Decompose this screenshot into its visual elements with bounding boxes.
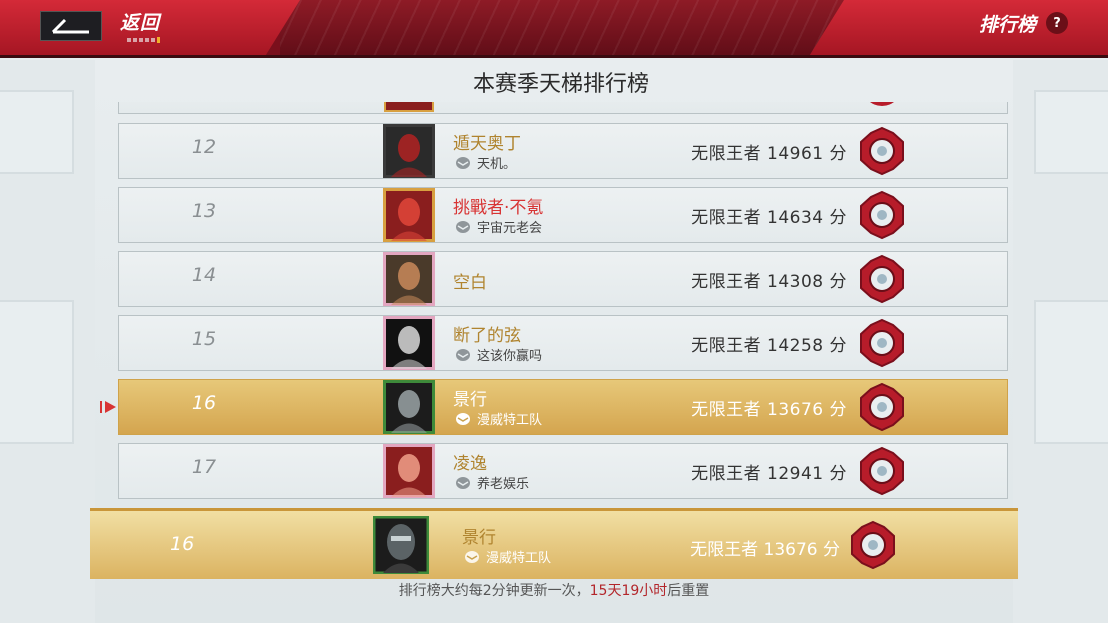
player-guild: 天机。 (455, 153, 516, 172)
player-score: 无限王者 14258 分 (691, 336, 847, 356)
player-name[interactable]: 景行 (453, 385, 487, 410)
player-guild-name: 养老娱乐 (477, 477, 530, 492)
player-avatar (383, 102, 435, 113)
reset-notice: 排行榜大约每2分钟更新一次，15天19小时后重置 (0, 580, 1108, 600)
player-avatar[interactable] (383, 188, 435, 242)
back-label[interactable]: 返回 (120, 8, 160, 35)
my-guild-name: 漫威特工队 (486, 551, 552, 566)
player-score: 无限王者 12941 分 (691, 464, 847, 484)
player-avatar[interactable] (383, 252, 435, 306)
leaderboard-title: 本赛季天梯排行榜 (472, 72, 649, 97)
my-rank-row[interactable]: 16 景行 漫威特工队 无限王者 13676 分 (90, 508, 1018, 579)
player-name[interactable]: 挑戰者·不氪 (453, 193, 543, 218)
reset-notice-prefix: 排行榜大约每2分钟更新一次， (398, 583, 590, 599)
rank-tier-badge-icon (857, 382, 907, 432)
help-button[interactable]: ? (1046, 12, 1068, 34)
my-rank-number: 16 (170, 533, 195, 555)
guild-emblem-icon (465, 550, 479, 563)
player-name[interactable]: 遁天奥丁 (453, 129, 521, 154)
table-row[interactable]: 14 空白 无限王者 14308 分 (118, 251, 1008, 307)
rank-number: 15 (191, 328, 217, 350)
reset-notice-suffix: 后重置 (667, 583, 710, 599)
player-name[interactable]: 凌逸 (453, 449, 487, 474)
rank-number: 16 (191, 392, 217, 414)
rank-number: 12 (191, 136, 217, 158)
player-guild: 养老娱乐 (455, 473, 529, 492)
player-score: 无限王者 14634 分 (691, 208, 847, 228)
my-player-name: 景行 (462, 528, 496, 548)
rank-number: 14 (191, 264, 217, 286)
player-avatar[interactable] (383, 380, 435, 434)
rank-number: 17 (191, 456, 217, 478)
player-score: 无限王者 13676 分 (691, 400, 847, 420)
top-bar-background (280, 0, 848, 58)
player-avatar[interactable] (383, 316, 435, 370)
player-score: 无限王者 14308 分 (691, 272, 847, 292)
leaderboard-list[interactable]: 12 遁天奥丁 天机。 无限王者 14961 分 13 挑戰者·不氪 宇宙元老会 无限王者 1… (118, 102, 1008, 522)
background-right-panel (1013, 60, 1108, 623)
player-guild-name: 漫威特工队 (477, 413, 543, 428)
rank-number: 13 (191, 200, 217, 222)
table-row[interactable]: 15 断了的弦这该你赢吗 无限王者 14258 分 (118, 315, 1008, 371)
player-guild: 宇宙元老会 (455, 217, 542, 236)
player-score: 无限王者 14961 分 (691, 144, 847, 164)
player-avatar[interactable] (383, 124, 435, 178)
guild-emblem-icon (456, 348, 470, 361)
rank-tier-badge-icon (857, 446, 907, 496)
top-bar-divider (0, 55, 1108, 58)
guild-emblem-icon (456, 476, 470, 489)
page-title: 排行榜 (978, 14, 1036, 36)
rank-tier-badge-icon (857, 126, 907, 176)
my-guild: 漫威特工队 (464, 547, 551, 566)
player-name[interactable]: 断了的弦 (453, 321, 521, 346)
player-guild-name: 宇宙元老会 (477, 221, 543, 236)
table-row[interactable]: 12 遁天奥丁天机。 无限王者 14961 分 (118, 123, 1008, 179)
table-row[interactable]: 16 景行漫威特工队 无限王者 13676 分 (118, 379, 1008, 435)
current-player-marker-icon (100, 401, 116, 413)
background-left-panel (0, 60, 95, 623)
back-progress-dots (127, 37, 160, 43)
player-avatar[interactable] (383, 444, 435, 498)
player-guild-name: 这该你赢吗 (477, 349, 543, 364)
player-guild: 这该你赢吗 (455, 345, 542, 364)
top-bar: 返回 排行榜 ? (0, 0, 1108, 58)
player-guild-name: 天机。 (477, 157, 517, 172)
rank-tier-badge-icon (857, 318, 907, 368)
reset-countdown: 15天19小时 (589, 583, 668, 599)
rank-tier-badge-icon (857, 102, 907, 111)
my-score: 无限王者 13676 分 (690, 540, 840, 560)
rank-tier-badge-icon (857, 190, 907, 240)
guild-emblem-icon (456, 412, 470, 425)
my-avatar (372, 515, 430, 575)
player-name[interactable]: 空白 (453, 268, 487, 293)
table-row[interactable]: 17 凌逸养老娱乐 无限王者 12941 分 (118, 443, 1008, 499)
back-button[interactable] (40, 11, 102, 41)
table-row-partial[interactable] (118, 102, 1008, 114)
table-row[interactable]: 13 挑戰者·不氪宇宙元老会 无限王者 14634 分 (118, 187, 1008, 243)
rank-tier-badge-icon (857, 254, 907, 304)
player-guild: 漫威特工队 (455, 409, 542, 428)
guild-emblem-icon (456, 220, 470, 233)
back-arrow-icon (51, 18, 89, 34)
guild-emblem-icon (456, 156, 470, 169)
rank-tier-badge-icon (848, 520, 898, 570)
